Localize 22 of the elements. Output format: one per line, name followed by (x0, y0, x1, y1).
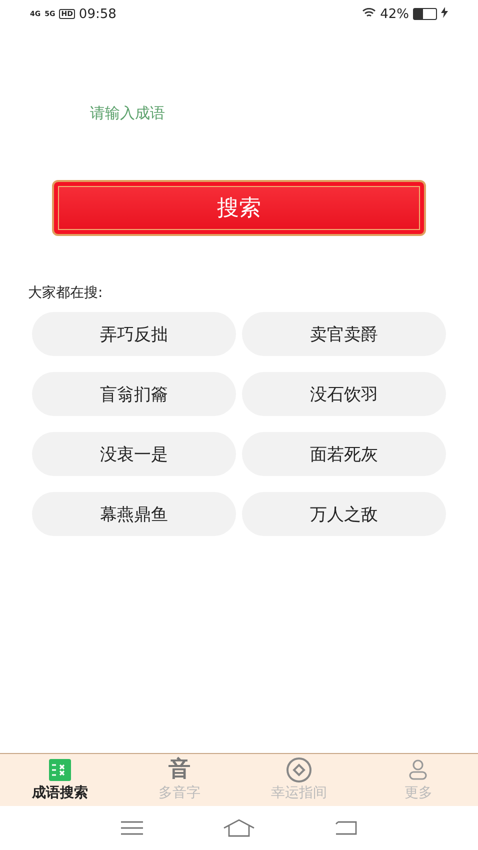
search-button[interactable]: 搜索 (52, 180, 426, 236)
idiom-chip[interactable]: 没衷一是 (32, 432, 236, 476)
section-title: 大家都在搜: (28, 284, 104, 302)
idiom-chip[interactable]: 幕燕鼎鱼 (32, 492, 236, 536)
tab[interactable]: 成语搜索 (0, 754, 120, 806)
idiom-chip[interactable]: 弄巧反拙 (32, 312, 236, 356)
idiom-chip[interactable]: 万人之敌 (242, 492, 446, 536)
home-icon[interactable] (222, 819, 255, 837)
list-icon (48, 758, 71, 782)
menu-icon[interactable] (120, 821, 144, 835)
tab[interactable]: 音 多音字 (120, 754, 239, 806)
clock: 09:58 (78, 6, 116, 22)
idiom-chip[interactable]: 卖官卖爵 (242, 312, 446, 356)
idiom-chip[interactable]: 盲翁扪籥 (32, 372, 236, 416)
battery-percent: 42% (380, 6, 409, 22)
idiom-chip[interactable]: 没石饮羽 (242, 372, 446, 416)
coin-icon (286, 758, 312, 782)
tab-icon: 音 (168, 758, 190, 782)
idiom-chip[interactable]: 面若死灰 (242, 432, 446, 476)
person-icon (408, 758, 428, 782)
back-icon[interactable] (334, 820, 358, 836)
battery-icon (413, 8, 437, 20)
